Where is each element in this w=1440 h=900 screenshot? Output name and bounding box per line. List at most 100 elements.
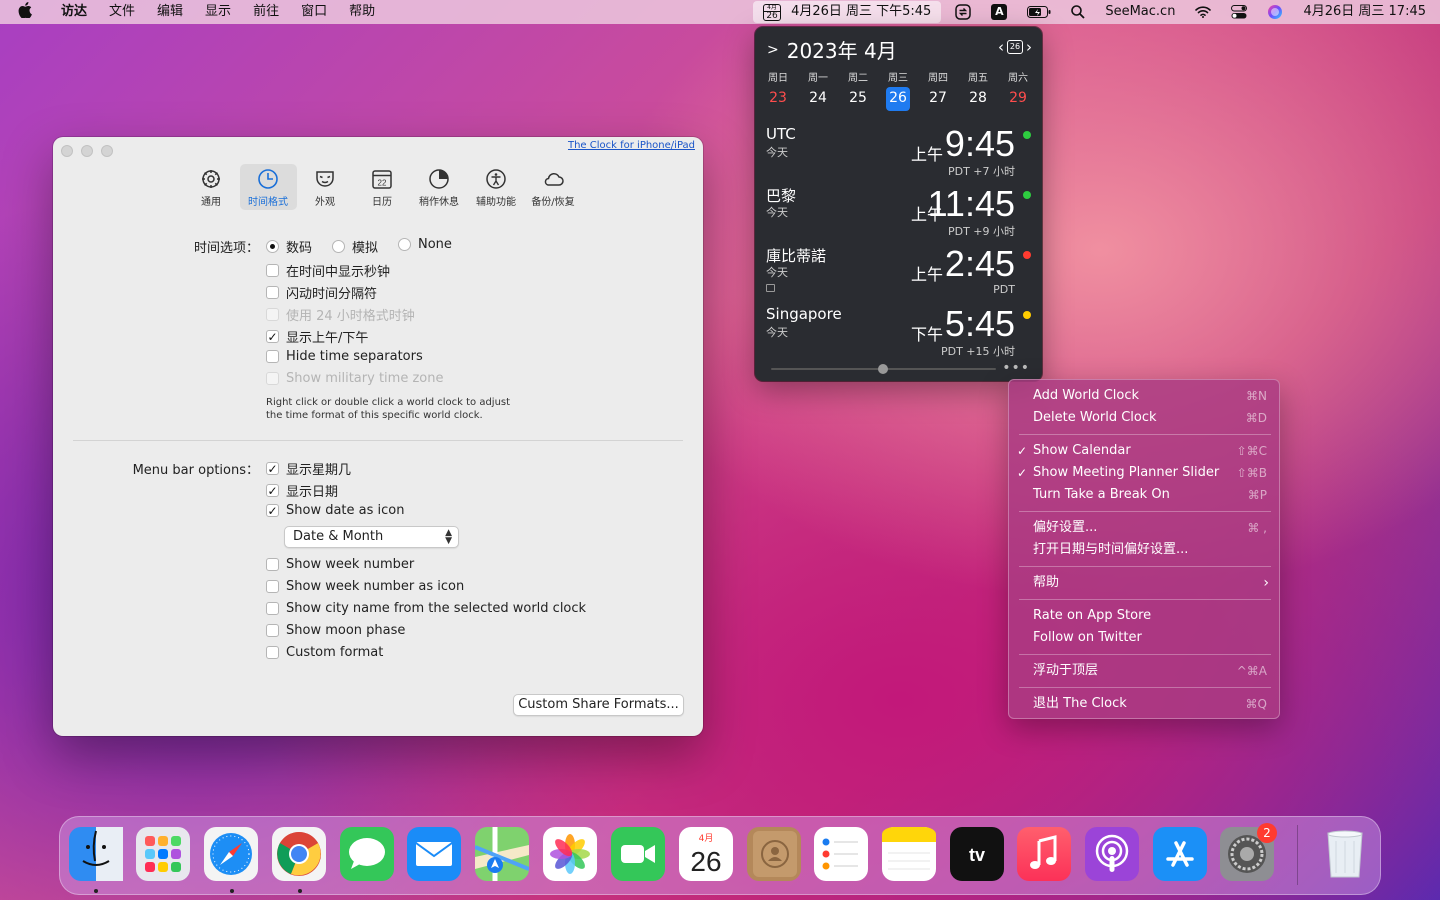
checkbox-city-name[interactable]: Show city name from the selected world c… [266,601,586,616]
podcasts-icon[interactable] [1085,827,1139,881]
radio-none[interactable]: None [398,237,452,252]
photos-icon[interactable] [543,827,597,881]
checkbox-show-ampm-box[interactable]: ✓ [266,330,279,343]
music-icon[interactable] [1017,827,1071,881]
notes-icon[interactable] [882,827,936,881]
spotlight-search-icon[interactable] [1061,0,1095,24]
tab-take-a-break[interactable]: 稍作休息 [411,164,468,210]
control-center-icon[interactable] [1221,0,1257,24]
date-cell[interactable]: 28 [958,87,998,111]
menu-edit[interactable]: 编辑 [146,0,194,24]
checkbox-week-number-icon[interactable]: Show week number as icon [266,579,464,594]
menu-item-help[interactable]: 帮助 › [1009,572,1281,594]
checkbox-flash-separators[interactable]: 闪动时间分隔符 [266,283,377,302]
checkbox-week-number-box[interactable] [266,558,279,571]
menu-item-preferences[interactable]: 偏好设置... ⌘ , [1009,517,1281,539]
tab-appearance[interactable]: 外观 [297,164,354,210]
world-clock-singapore[interactable]: Singapore 今天 下午 5:45 PDT +15 小时 [755,303,1042,365]
checkbox-date-as-icon-box[interactable]: ✓ [266,504,279,517]
battery-icon[interactable] [1017,0,1061,24]
trash-icon[interactable] [1318,827,1372,881]
wifi-icon[interactable] [1185,0,1221,24]
launchpad-icon[interactable] [136,827,190,881]
checkbox-show-weekday-box[interactable]: ✓ [266,462,279,475]
menu-item-follow-twitter[interactable]: Follow on Twitter [1009,627,1281,649]
input-source-icon[interactable]: A [981,0,1017,24]
checkbox-date-as-icon[interactable]: ✓ Show date as icon [266,503,404,518]
menu-view[interactable]: 显示 [194,0,242,24]
checkbox-flash-separators-box[interactable] [266,286,279,299]
date-cell[interactable]: 27 [918,87,958,111]
checkbox-week-number-icon-box[interactable] [266,580,279,593]
mail-icon[interactable] [407,827,461,881]
checkbox-custom-format-box[interactable] [266,646,279,659]
apple-menu-icon[interactable] [0,2,50,22]
world-clock-cupertino[interactable]: 庫比蒂諾 今天 上午 2:45 PDT [755,243,1042,305]
menu-item-date-time-prefs[interactable]: 打开日期与时间偏好设置... [1009,539,1281,561]
menubar-datetime[interactable]: 4月26日 周三 17:45 [1293,0,1440,24]
checkbox-show-ampm[interactable]: ✓ 显示上午/下午 [266,327,368,346]
world-clock-utc[interactable]: UTC 今天 上午 9:45 PDT +7 小时 [755,123,1042,185]
safari-icon[interactable] [204,827,258,881]
world-clock-paris[interactable]: 巴黎 今天 上午 11:45 PDT +9 小时 [755,183,1042,245]
checkbox-show-seconds[interactable]: 在时间中显示秒钟 [266,261,390,280]
checkbox-hide-separators-box[interactable] [266,350,279,363]
menu-item-add-world-clock[interactable]: Add World Clock ⌘N [1009,385,1281,407]
radio-analog[interactable]: 模拟 [332,237,378,256]
slider-knob[interactable] [878,364,888,374]
tab-general[interactable]: 通用 [183,164,240,210]
the-clock-menubar-item[interactable]: 4月 26 4月26日 周三 下午5:45 [753,1,942,23]
meeting-planner-slider[interactable] [771,364,996,374]
more-options-icon[interactable]: ••• [1002,360,1030,376]
date-cell[interactable]: 29 [998,87,1038,111]
radio-digital-control[interactable] [266,240,279,253]
reminders-icon[interactable] [814,827,868,881]
tab-time-format[interactable]: 时间格式 [239,164,297,210]
date-icon-format-select[interactable]: Date & Month ▲ ▼ [284,526,459,548]
menu-item-show-calendar[interactable]: ✓ Show Calendar ⇧⌘C [1009,440,1281,462]
today-calendar-icon[interactable]: 26 [1007,40,1023,54]
radio-digital[interactable]: 数码 [266,237,312,256]
expand-chevron-icon[interactable]: > [767,42,779,58]
app-store-icon[interactable] [1153,827,1207,881]
next-week-chevron-icon[interactable]: › [1026,38,1032,56]
checkbox-moon-phase-box[interactable] [266,624,279,637]
menu-item-quit[interactable]: 退出 The Clock ⌘Q [1009,693,1281,715]
menu-window[interactable]: 窗口 [290,0,338,24]
checkbox-show-seconds-box[interactable] [266,264,279,277]
messages-icon[interactable] [340,827,394,881]
date-cell-today[interactable]: 26 [878,87,918,111]
apple-tv-icon[interactable]: tv [950,827,1004,881]
menu-item-show-meeting-planner[interactable]: ✓ Show Meeting Planner Slider ⇧⌘B [1009,462,1281,484]
menu-finder[interactable]: 访达 [50,0,98,24]
menu-item-float-on-top[interactable]: 浮动于顶层 ^⌘A [1009,660,1281,682]
sync-icon[interactable] [945,0,981,24]
menu-item-take-a-break[interactable]: Turn Take a Break On ⌘P [1009,484,1281,506]
checkbox-show-date[interactable]: ✓ 显示日期 [266,481,338,500]
zoom-button[interactable] [101,145,113,157]
checkbox-custom-format[interactable]: Custom format [266,645,383,660]
chrome-icon[interactable] [272,827,326,881]
close-button[interactable] [61,145,73,157]
date-cell[interactable]: 25 [838,87,878,111]
tab-accessibility[interactable]: 辅助功能 [468,164,525,210]
radio-none-control[interactable] [398,238,411,251]
tab-backup-restore[interactable]: 备份/恢复 [525,164,582,210]
checkbox-city-name-box[interactable] [266,602,279,615]
finder-icon[interactable] [69,827,123,881]
iphone-app-link[interactable]: The Clock for iPhone/iPad [568,140,695,151]
menu-go[interactable]: 前往 [242,0,290,24]
menu-help[interactable]: 帮助 [338,0,386,24]
menu-item-rate-app-store[interactable]: Rate on App Store [1009,605,1281,627]
siri-icon[interactable] [1257,0,1293,24]
checkbox-show-date-box[interactable]: ✓ [266,484,279,497]
date-cell[interactable]: 24 [798,87,838,111]
radio-analog-control[interactable] [332,240,345,253]
contacts-icon[interactable] [747,827,801,881]
calendar-app-icon[interactable]: 4月 26 [679,827,733,881]
facetime-icon[interactable] [611,827,665,881]
maps-icon[interactable] [475,827,529,881]
custom-share-formats-button[interactable]: Custom Share Formats... [513,694,684,716]
checkbox-show-weekday[interactable]: ✓ 显示星期几 [266,459,351,478]
checkbox-week-number[interactable]: Show week number [266,557,414,572]
